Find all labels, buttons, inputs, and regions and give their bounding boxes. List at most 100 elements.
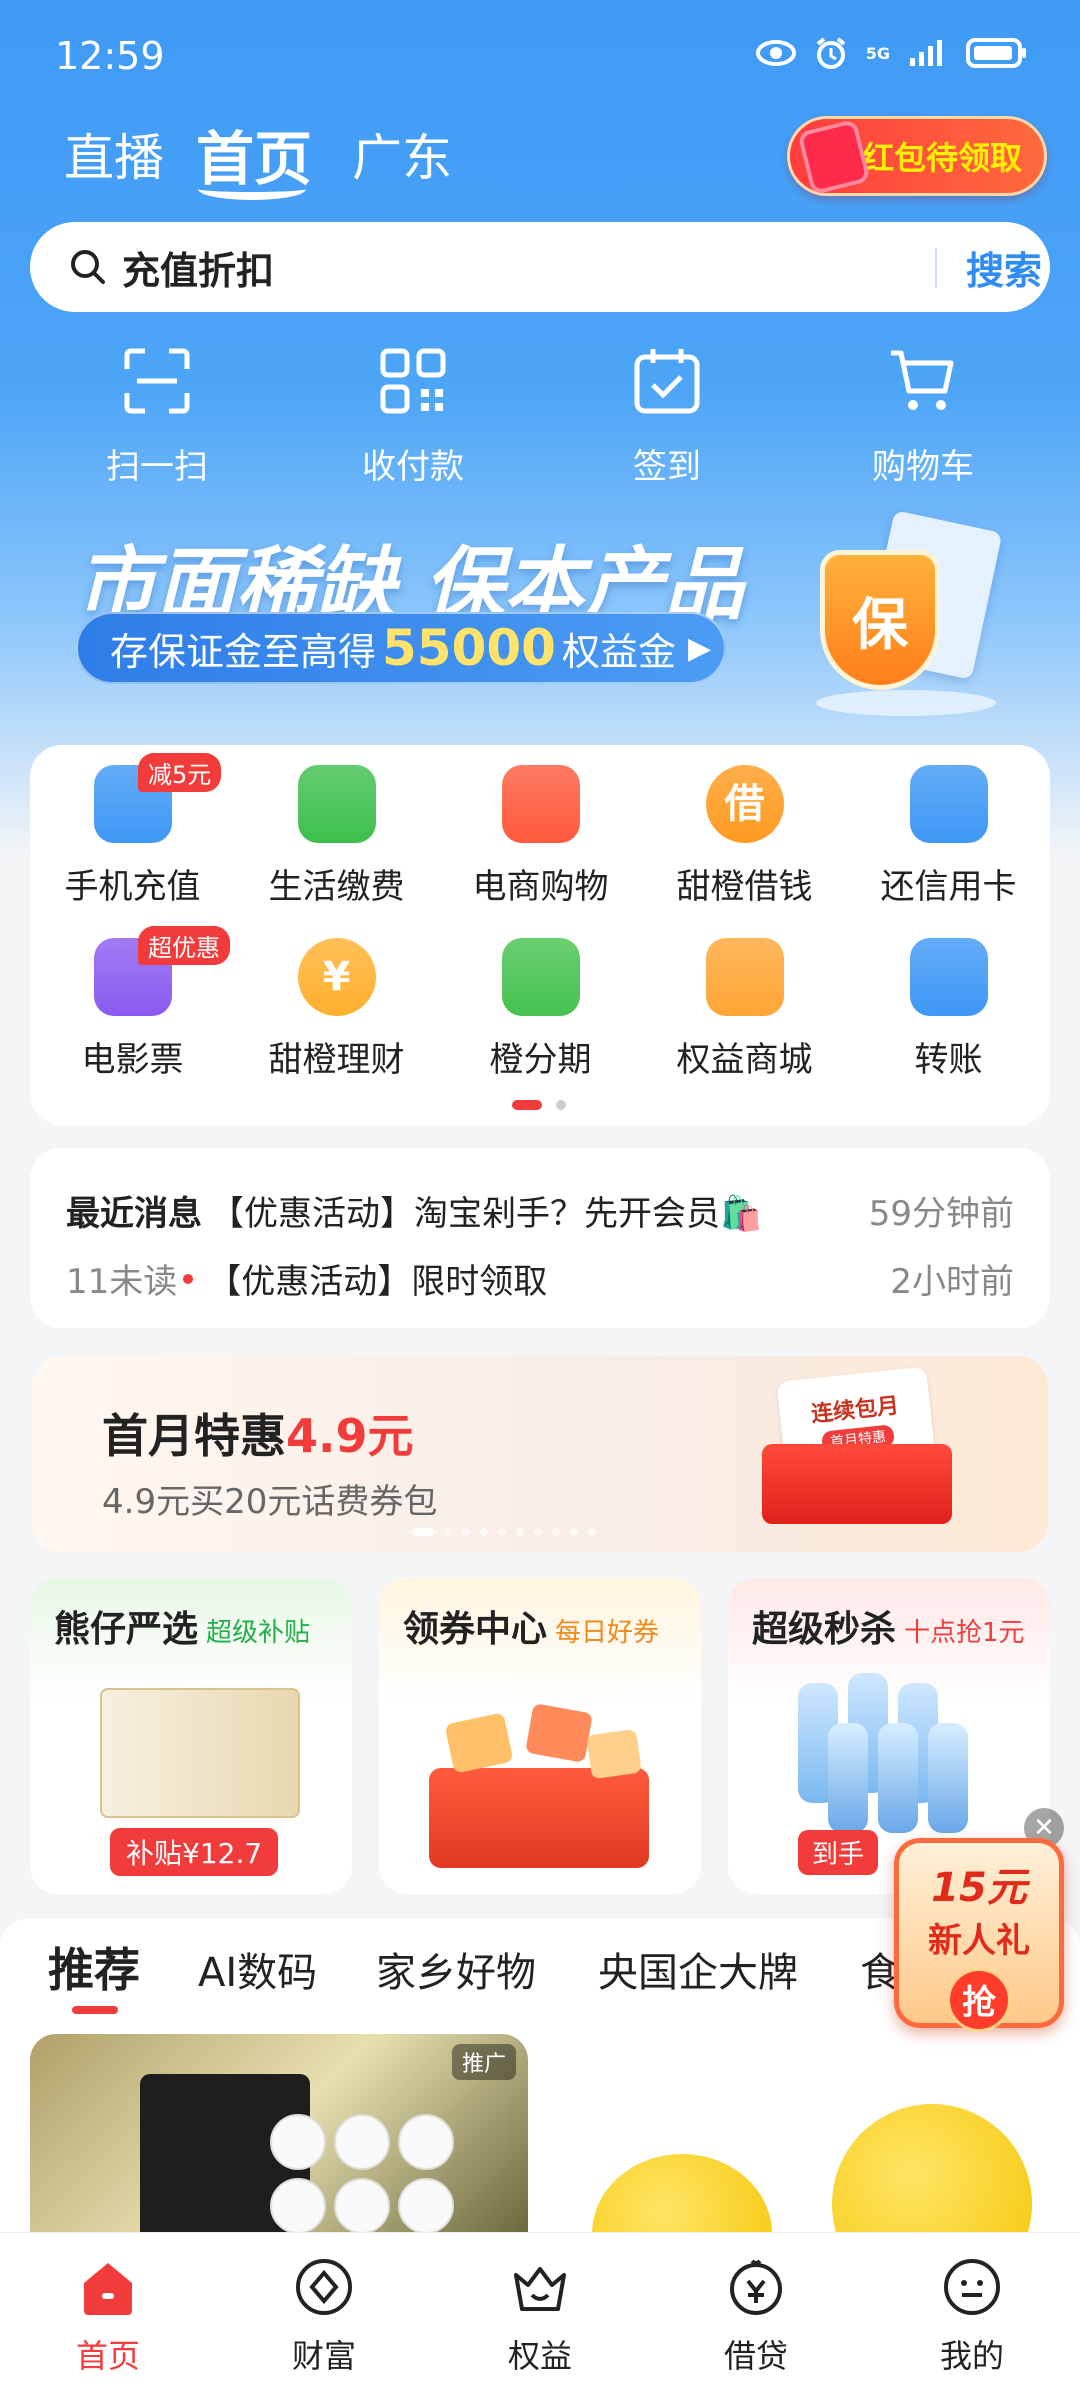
float-ad-grab-button[interactable]: 抢	[947, 1968, 1011, 2032]
page-indicator-active	[512, 1100, 542, 1110]
category-tab-indicator	[72, 2006, 118, 2014]
chevron-right-icon: ▶	[687, 630, 712, 666]
search-bar[interactable]: 充值折扣 搜索	[30, 222, 1050, 312]
alarm-icon	[816, 37, 846, 69]
quick-action-pay[interactable]: 收付款	[328, 345, 498, 488]
active-tab-indicator	[198, 178, 306, 200]
red-packet-button[interactable]: 红包待领取	[787, 116, 1047, 196]
service-movie[interactable]: 超优惠 电影票	[30, 926, 235, 1081]
status-icons: 5G	[755, 36, 1028, 70]
tab-live[interactable]: 直播	[64, 118, 164, 190]
service-borrow[interactable]: 借甜橙借钱	[642, 765, 847, 908]
crown-icon	[705, 938, 784, 1016]
milk-box-image	[100, 1688, 300, 1818]
quick-action-checkin[interactable]: 签到	[582, 345, 752, 488]
benefits-icon	[514, 2267, 566, 2311]
feed-item-fruit[interactable]	[552, 2034, 1050, 2232]
service-label: 电商购物	[472, 867, 609, 907]
water-bottles-image	[788, 1673, 1008, 1833]
news-title: 最近消息	[66, 1194, 202, 1234]
quick-action-label: 签到	[633, 447, 701, 487]
network-label: 5G	[865, 43, 890, 63]
installment-icon	[501, 938, 580, 1016]
quick-action-label: 扫一扫	[106, 447, 208, 487]
promo-subtitle: 4.9元买20元话费券包	[102, 1482, 438, 1522]
service-installment[interactable]: 橙分期	[438, 938, 643, 1081]
quick-action-label: 购物车	[872, 447, 974, 487]
service-glyph: 借	[724, 781, 765, 827]
gift-icon	[797, 118, 871, 196]
scan-icon	[124, 348, 190, 414]
banner-sub-amount: 55000	[382, 619, 556, 677]
nav-home[interactable]: 首页	[38, 2255, 178, 2377]
unread-count: 11未读	[66, 1262, 178, 1302]
category-tab-recommend[interactable]: 推荐	[48, 1934, 140, 2000]
promo-price: 4.9元	[286, 1409, 414, 1463]
news-line2-time: 2小时前	[890, 1262, 1014, 1302]
news-line1: 【优惠活动】淘宝剁手？先开会员🛍️	[210, 1194, 763, 1234]
tab-region[interactable]: 广东	[352, 118, 452, 190]
lemon-image	[592, 2154, 772, 2232]
quick-action-scan[interactable]: 扫一扫	[72, 345, 242, 488]
nav-loan[interactable]: 借贷	[686, 2255, 826, 2377]
service-crown[interactable]: 权益商城	[642, 938, 847, 1081]
service-phone[interactable]: 减5元 手机充值	[30, 753, 235, 908]
lightning-icon	[297, 765, 376, 843]
search-input[interactable]: 充值折扣	[122, 240, 274, 295]
nav-profile[interactable]: 我的	[902, 2255, 1042, 2377]
page-indicator	[556, 1100, 566, 1110]
home-icon	[84, 2263, 132, 2315]
float-ad-new-user-gift[interactable]: 15元 新人礼 抢	[894, 1838, 1064, 2032]
promo-tag: 减5元	[138, 753, 222, 792]
quick-action-cart[interactable]: 购物车	[838, 345, 1008, 488]
nav-label: 权益	[507, 2337, 572, 2375]
nav-wealth[interactable]: 财富	[254, 2255, 394, 2377]
tile-coupon-center[interactable]: 领券中心 每日好券	[379, 1578, 701, 1894]
calendar-check-icon	[634, 349, 700, 414]
promo-tag: 超优惠	[138, 926, 230, 965]
banner-sub-before: 存保证金至高得	[110, 629, 377, 674]
search-divider	[935, 248, 937, 288]
service-label: 转账	[914, 1040, 983, 1080]
borrow-icon: 借	[705, 765, 784, 843]
tile-price-tag: 补贴¥12.7	[110, 1828, 279, 1876]
service-label: 橙分期	[489, 1040, 592, 1080]
promo-badge-title: 连续包月	[809, 1393, 901, 1428]
nav-benefits[interactable]: 权益	[470, 2255, 610, 2377]
wealth-icon	[296, 2259, 352, 2315]
service-coin-hand[interactable]: ¥ 甜橙理财	[234, 938, 439, 1081]
news-line2: 【优惠活动】限时领取	[207, 1262, 548, 1302]
service-shopping-bag[interactable]: 电商购物	[438, 765, 643, 908]
qrcode-icon	[380, 348, 446, 414]
shield-illustration: 保	[800, 510, 1003, 716]
tile-title: 熊仔严选	[54, 1609, 199, 1650]
service-label: 甜橙借钱	[676, 867, 813, 907]
tile-xiongzai[interactable]: 熊仔严选 超级补贴 补贴¥12.7	[30, 1578, 352, 1894]
tile-subtitle: 十点抢1元	[904, 1618, 1025, 1648]
unread-dot	[183, 1273, 194, 1284]
category-tab-ai-digital[interactable]: AI数码	[198, 1940, 317, 1998]
nav-label: 首页	[75, 2337, 140, 2375]
promo-card[interactable]: 首月特惠4.9元 4.9元买20元话费券包 连续包月 首月特惠	[32, 1356, 1048, 1552]
float-ad-line2: 新人礼	[928, 1921, 1030, 1961]
ad-tag: 推广	[451, 2044, 516, 2080]
quick-action-label: 收付款	[362, 447, 464, 487]
coin-hand-icon: ¥	[297, 938, 376, 1016]
service-label: 甜橙理财	[268, 1040, 405, 1080]
service-credit-card[interactable]: 还信用卡	[846, 765, 1051, 908]
nav-label: 我的	[939, 2337, 1004, 2375]
service-lightning[interactable]: 生活缴费	[234, 765, 439, 908]
category-tab-hometown[interactable]: 家乡好物	[376, 1940, 536, 1998]
search-button[interactable]: 搜索	[966, 240, 1042, 295]
category-tab-state-brands[interactable]: 央国企大牌	[598, 1940, 798, 1998]
news-card[interactable]: 最近消息 【优惠活动】淘宝剁手？先开会员🛍️ 59分钟前 11未读 【优惠活动】…	[30, 1148, 1050, 1328]
profile-icon	[944, 2259, 1000, 2315]
battery-icon	[966, 38, 1026, 68]
tile-subtitle: 超级补贴	[206, 1618, 311, 1648]
service-transfer[interactable]: 转账	[846, 938, 1051, 1081]
banner-subtitle[interactable]: 存保证金至高得 55000 权益金 ▶	[76, 612, 726, 684]
status-time: 12:59	[55, 34, 165, 78]
banner-badge: 保	[852, 592, 908, 658]
feed-item-tissue[interactable]: 推广	[30, 2034, 528, 2232]
service-glyph: ¥	[322, 954, 351, 1000]
